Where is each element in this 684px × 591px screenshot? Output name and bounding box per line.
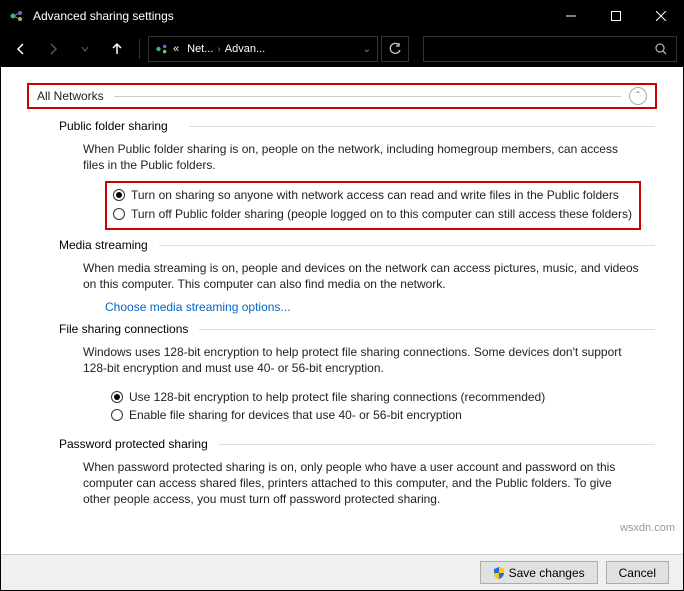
- radio-icon: [113, 189, 125, 201]
- toolbar-separator: [139, 39, 140, 59]
- public-folder-radio-group: Turn on sharing so anyone with network a…: [105, 181, 641, 229]
- navigation-toolbar: « Net... › Advan... ⌄: [1, 31, 683, 67]
- radio-turn-off-public-sharing[interactable]: Turn off Public folder sharing (people l…: [113, 206, 633, 222]
- section-title: File sharing connections: [59, 322, 641, 336]
- shield-icon: [493, 567, 505, 579]
- network-icon: [9, 8, 25, 24]
- close-button[interactable]: [638, 1, 683, 31]
- network-icon: [155, 42, 169, 56]
- radio-icon: [111, 391, 123, 403]
- section-description: When password protected sharing is on, o…: [83, 459, 641, 508]
- section-title: Media streaming: [59, 238, 641, 252]
- radio-turn-on-public-sharing[interactable]: Turn on sharing so anyone with network a…: [113, 187, 633, 203]
- titlebar: Advanced sharing settings: [1, 1, 683, 31]
- forward-button[interactable]: [39, 35, 67, 63]
- radio-label: Enable file sharing for devices that use…: [129, 407, 462, 423]
- button-label: Save changes: [509, 566, 585, 580]
- radio-128-bit-encryption[interactable]: Use 128-bit encryption to help protect f…: [111, 389, 635, 405]
- footer: Save changes Cancel: [1, 554, 683, 590]
- profile-label: All Networks: [37, 89, 104, 103]
- breadcrumb-prefix: «: [169, 43, 183, 55]
- section-description: When Public folder sharing is on, people…: [83, 141, 641, 173]
- back-button[interactable]: [7, 35, 35, 63]
- search-icon: [654, 42, 668, 56]
- watermark: wsxdn.com: [620, 522, 675, 534]
- chevron-down-icon[interactable]: ⌄: [363, 44, 371, 55]
- radio-icon: [113, 208, 125, 220]
- radio-label: Turn off Public folder sharing (people l…: [131, 206, 632, 222]
- search-box[interactable]: [423, 36, 677, 62]
- radio-label: Turn on sharing so anyone with network a…: [131, 187, 619, 203]
- section-file-sharing: File sharing connections Windows uses 12…: [59, 322, 641, 429]
- radio-label: Use 128-bit encryption to help protect f…: [129, 389, 545, 405]
- section-public-folder-sharing: Public folder sharing When Public folder…: [59, 119, 641, 230]
- chevron-up-icon: ˆ: [636, 91, 639, 102]
- recent-dropdown[interactable]: [71, 35, 99, 63]
- profile-header-all-networks[interactable]: All Networks ˆ: [27, 83, 657, 109]
- section-description: When media streaming is on, people and d…: [83, 260, 641, 292]
- section-media-streaming: Media streaming When media streaming is …: [59, 238, 641, 314]
- radio-40-56-bit-encryption[interactable]: Enable file sharing for devices that use…: [111, 407, 635, 423]
- breadcrumb-advanced[interactable]: Advan...: [221, 43, 269, 55]
- section-title: Password protected sharing: [59, 437, 641, 451]
- window-title: Advanced sharing settings: [33, 9, 548, 23]
- save-changes-button[interactable]: Save changes: [480, 561, 598, 584]
- address-bar[interactable]: « Net... › Advan... ⌄: [148, 36, 378, 62]
- file-sharing-radio-group: Use 128-bit encryption to help protect f…: [105, 385, 641, 429]
- breadcrumb-net[interactable]: Net...: [183, 43, 217, 55]
- minimize-button[interactable]: [548, 1, 593, 31]
- up-button[interactable]: [103, 35, 131, 63]
- section-password-protected-sharing: Password protected sharing When password…: [59, 437, 641, 508]
- collapse-button[interactable]: ˆ: [629, 87, 647, 105]
- maximize-button[interactable]: [593, 1, 638, 31]
- radio-icon: [111, 409, 123, 421]
- media-streaming-options-link[interactable]: Choose media streaming options...: [105, 300, 290, 314]
- section-description: Windows uses 128-bit encryption to help …: [83, 344, 641, 376]
- refresh-button[interactable]: [381, 36, 409, 62]
- content-area: All Networks ˆ Public folder sharing Whe…: [1, 67, 683, 554]
- cancel-button[interactable]: Cancel: [606, 561, 669, 584]
- button-label: Cancel: [619, 566, 656, 580]
- section-title: Public folder sharing: [59, 119, 641, 133]
- divider: [114, 96, 621, 97]
